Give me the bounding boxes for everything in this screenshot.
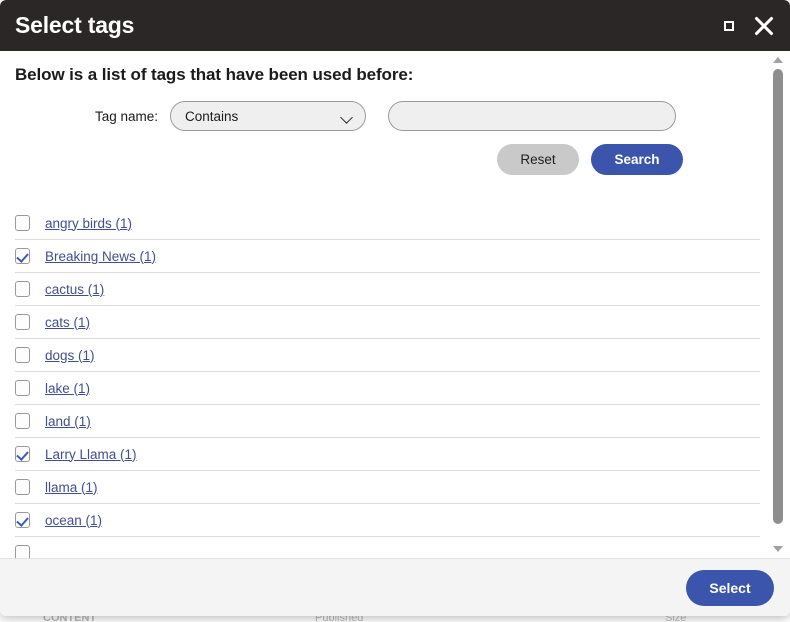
dialog-body: Below is a list of tags that have been u… xyxy=(0,51,790,558)
tag-link[interactable]: dogs (1) xyxy=(45,348,95,363)
dialog-scroll-area: Below is a list of tags that have been u… xyxy=(0,51,770,558)
tag-link[interactable]: Larry Llama (1) xyxy=(45,447,137,462)
tag-name-label: Tag name: xyxy=(94,108,158,124)
select-button[interactable]: Select xyxy=(686,569,774,606)
tag-link[interactable]: Breaking News (1) xyxy=(45,249,156,264)
tag-link[interactable]: cactus (1) xyxy=(45,282,104,297)
tag-checkbox[interactable] xyxy=(15,479,30,495)
tag-row[interactable]: ocean (1) xyxy=(15,504,760,537)
tag-checkbox[interactable] xyxy=(15,545,30,558)
tag-row[interactable]: cats (1) xyxy=(15,306,760,339)
select-tags-dialog: Select tags Below is a list of tags that… xyxy=(0,0,790,616)
tag-list: angry birds (1) Breaking News (1) cactus (… xyxy=(0,207,770,558)
maximize-button[interactable] xyxy=(724,20,734,31)
tag-row[interactable]: llama (1) xyxy=(15,471,760,504)
tag-checkbox[interactable] xyxy=(15,215,30,231)
tag-checkbox[interactable] xyxy=(15,281,30,297)
dialog-footer: Select xyxy=(0,558,790,616)
scroll-down-arrow-icon[interactable] xyxy=(773,546,783,552)
vertical-scrollbar[interactable] xyxy=(771,53,785,556)
tag-row[interactable]: angry birds (1) xyxy=(15,207,760,240)
tag-row[interactable]: lake (1) xyxy=(15,372,760,405)
scroll-up-arrow-icon[interactable] xyxy=(773,57,783,63)
tag-link[interactable]: llama (1) xyxy=(45,480,98,495)
tag-search-input[interactable] xyxy=(388,101,676,131)
tag-name-row: Tag name: Contains xyxy=(0,101,770,131)
tag-checkbox-checked[interactable] xyxy=(15,512,30,528)
tag-link[interactable]: cats (1) xyxy=(45,315,90,330)
tag-link[interactable]: ocean (1) xyxy=(45,513,102,528)
tag-checkbox[interactable] xyxy=(15,347,30,363)
operator-select[interactable]: Contains xyxy=(170,101,366,131)
tag-checkbox-checked[interactable] xyxy=(15,248,30,264)
close-button[interactable] xyxy=(750,12,778,40)
tag-search-form: Tag name: Contains Reset Search xyxy=(0,101,770,185)
tag-row[interactable]: Breaking News (1) xyxy=(15,240,760,273)
tag-checkbox[interactable] xyxy=(15,413,30,429)
dialog-titlebar: Select tags xyxy=(0,0,790,51)
search-button-row: Reset Search xyxy=(0,144,770,175)
dialog-title: Select tags xyxy=(15,12,135,38)
window-controls xyxy=(724,0,778,51)
search-button[interactable]: Search xyxy=(591,144,683,175)
tag-link[interactable]: angry birds (1) xyxy=(45,216,132,231)
close-icon xyxy=(750,12,778,40)
tag-row[interactable]: Larry Llama (1) xyxy=(15,438,760,471)
tag-checkbox[interactable] xyxy=(15,380,30,396)
tag-row[interactable]: cactus (1) xyxy=(15,273,760,306)
tag-row[interactable] xyxy=(15,537,760,558)
tag-checkbox-checked[interactable] xyxy=(15,446,30,462)
tag-row[interactable]: land (1) xyxy=(15,405,760,438)
scrollbar-thumb[interactable] xyxy=(773,69,783,524)
operator-select-value: Contains xyxy=(185,108,239,124)
tag-link[interactable]: land (1) xyxy=(45,414,91,429)
tag-checkbox[interactable] xyxy=(15,314,30,330)
reset-button[interactable]: Reset xyxy=(497,144,579,175)
tag-row[interactable]: dogs (1) xyxy=(15,339,760,372)
chevron-down-icon xyxy=(340,111,353,124)
tag-link[interactable]: lake (1) xyxy=(45,381,90,396)
page-title: Below is a list of tags that have been u… xyxy=(15,65,414,84)
maximize-icon xyxy=(724,20,734,31)
